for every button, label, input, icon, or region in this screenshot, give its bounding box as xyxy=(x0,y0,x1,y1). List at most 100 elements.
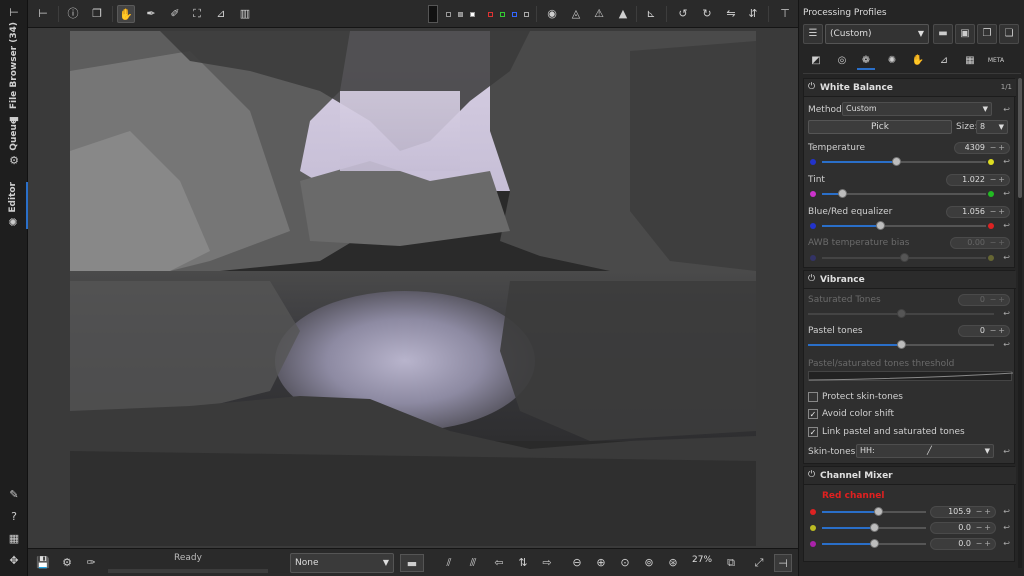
reset-icon[interactable]: ↩ xyxy=(1003,309,1010,318)
tab-color-icon[interactable]: ❁ xyxy=(857,52,875,70)
color-picker-icon[interactable]: ✐ xyxy=(166,5,184,23)
move-icon[interactable]: ✥ xyxy=(7,554,21,568)
image-preview-area[interactable] xyxy=(28,28,798,548)
edit-icon[interactable]: ✎ xyxy=(7,488,21,502)
tab-transform-icon[interactable]: ⊿ xyxy=(935,52,953,70)
flip-vertical-icon[interactable]: ⇵ xyxy=(744,5,762,23)
slider-knob[interactable] xyxy=(870,539,879,548)
zoom-in-icon[interactable]: ⊕ xyxy=(592,554,610,572)
sync-icon[interactable]: ⇅ xyxy=(514,554,532,572)
reset-icon[interactable]: ↩ xyxy=(1003,189,1010,198)
preview-white-icon[interactable] xyxy=(470,12,475,17)
skintones-combo[interactable]: HH: ╱ ▼ xyxy=(856,444,994,458)
tab-meta-icon[interactable]: META xyxy=(987,52,1005,70)
zoom-fit-crop-icon[interactable]: ⊛ xyxy=(664,554,682,572)
history-icon[interactable]: ❐ xyxy=(88,5,106,23)
output-profile-select[interactable]: None ▼ xyxy=(290,553,394,573)
avoid-shift-checkbox[interactable]: ✓ xyxy=(808,409,818,419)
before-after-icon[interactable]: ▬ xyxy=(400,554,424,572)
tab-file-browser[interactable]: File Browser (34) ▬ xyxy=(0,22,28,125)
red-green-slider[interactable] xyxy=(822,523,926,533)
zoom-fit-icon[interactable]: ⊚ xyxy=(640,554,658,572)
fullscreen-icon[interactable]: ⤢ xyxy=(750,554,768,572)
preview-gray-icon[interactable] xyxy=(458,12,463,17)
vibrance-header[interactable]: ⏻ Vibrance xyxy=(804,271,1016,289)
paste-settings-icon[interactable]: ⫻ xyxy=(464,554,482,572)
red-blue-slider[interactable] xyxy=(822,539,926,549)
edit-external-icon[interactable]: ✑ xyxy=(82,554,100,572)
zoom-out-icon[interactable]: ⊖ xyxy=(568,554,586,572)
next-image-icon[interactable]: ⇨ xyxy=(538,554,556,572)
focus-mask-icon[interactable]: ◉ xyxy=(543,5,561,23)
copy-profile-icon[interactable]: ❐ xyxy=(977,24,997,44)
size-combo[interactable]: 8 ▼ xyxy=(976,120,1008,134)
reset-icon[interactable]: ↩ xyxy=(1003,253,1010,262)
perspective-icon[interactable]: ▥ xyxy=(236,5,254,23)
preview-black-icon[interactable] xyxy=(446,12,451,17)
tab-exposure-icon[interactable]: ◩ xyxy=(807,52,825,70)
histogram-icon[interactable]: ⊾ xyxy=(642,5,660,23)
slider-knob[interactable] xyxy=(892,157,901,166)
power-icon[interactable]: ⏻ xyxy=(808,274,815,284)
tab-local-icon[interactable]: ✋ xyxy=(909,52,927,70)
new-detail-window-icon[interactable]: ⧉ xyxy=(722,554,740,572)
bluered-spinner[interactable]: 1.056 −+ xyxy=(946,206,1010,218)
protect-skin-checkbox[interactable] xyxy=(808,392,818,402)
save-icon[interactable]: 💾 xyxy=(34,554,52,572)
shadow-warning-icon[interactable]: ⚠ xyxy=(590,5,608,23)
bluered-slider[interactable] xyxy=(822,221,986,231)
white-balance-header[interactable]: ⏻ White Balance 1/1 xyxy=(804,79,1016,97)
scrollbar-thumb[interactable] xyxy=(1018,78,1022,198)
reset-icon[interactable]: ↩ xyxy=(1003,523,1010,532)
pastel-spinner[interactable]: 0 −+ xyxy=(958,325,1010,337)
preview-luminance-icon[interactable] xyxy=(524,12,529,17)
reset-icon[interactable]: ↩ xyxy=(1003,221,1010,230)
reset-icon[interactable]: ↩ xyxy=(1003,539,1010,548)
tint-slider[interactable] xyxy=(822,189,986,199)
hide-right-panel-icon[interactable]: ⊤ xyxy=(776,5,794,23)
previous-image-icon[interactable]: ⇦ xyxy=(490,554,508,572)
slider-knob[interactable] xyxy=(874,507,883,516)
reset-icon[interactable]: ↩ xyxy=(1003,507,1010,516)
expand-icon[interactable]: 1/1 xyxy=(1001,83,1012,91)
red-green-spinner[interactable]: 0.0 −+ xyxy=(930,522,996,534)
tool-panel-scrollbar[interactable] xyxy=(1018,78,1022,568)
info-icon[interactable]: ⓘ xyxy=(64,5,82,23)
red-red-slider[interactable] xyxy=(822,507,926,517)
power-icon[interactable]: ⏻ xyxy=(808,82,815,92)
tab-detail-icon[interactable]: ◎ xyxy=(833,52,851,70)
method-combo[interactable]: Custom ▼ xyxy=(842,102,992,116)
preview-toggle-icon[interactable] xyxy=(428,5,438,23)
reset-icon[interactable]: ↩ xyxy=(1003,447,1010,456)
reset-icon[interactable]: ↩ xyxy=(1003,157,1010,166)
slider-knob[interactable] xyxy=(876,221,885,230)
queue-add-icon[interactable]: ⚙ xyxy=(58,554,76,572)
rotate-right-icon[interactable]: ↻ xyxy=(698,5,716,23)
qr-icon[interactable]: ▦ xyxy=(7,532,21,546)
wb-picker-icon[interactable]: ✒ xyxy=(142,5,160,23)
power-icon[interactable]: ⏻ xyxy=(808,470,815,480)
profile-list-icon[interactable]: ☰ xyxy=(803,24,823,44)
tab-advanced-icon[interactable]: ✺ xyxy=(883,52,901,70)
highlight-warning-icon[interactable]: ▲ xyxy=(614,5,632,23)
rotate-left-icon[interactable]: ↺ xyxy=(674,5,692,23)
slider-knob[interactable] xyxy=(838,189,847,198)
slider-knob[interactable] xyxy=(897,340,906,349)
link-tones-checkbox[interactable]: ✓ xyxy=(808,427,818,437)
zoom-100-icon[interactable]: ⊙ xyxy=(616,554,634,572)
hand-tool-icon[interactable]: ✋ xyxy=(117,5,135,23)
red-blue-spinner[interactable]: 0.0 −+ xyxy=(930,538,996,550)
tab-editor[interactable]: Editor ✺ xyxy=(0,182,28,229)
help-icon[interactable]: ? xyxy=(7,510,21,524)
copy-settings-icon[interactable]: ⫽ xyxy=(440,554,458,572)
tab-raw-icon[interactable]: ▦ xyxy=(961,52,979,70)
hide-right-panel-bottom-icon[interactable]: ⊣ xyxy=(774,554,792,572)
tint-spinner[interactable]: 1.022 −+ xyxy=(946,174,1010,186)
tab-queue[interactable]: Queue ⚙ xyxy=(0,118,28,167)
paste-profile-icon[interactable]: ❏ xyxy=(999,24,1019,44)
hide-left-panel-icon[interactable]: ⊢ xyxy=(34,5,52,23)
channel-mixer-header[interactable]: ⏻ Channel Mixer xyxy=(804,467,1016,485)
soft-proof-icon[interactable]: ◬ xyxy=(567,5,585,23)
slider-knob[interactable] xyxy=(870,523,879,532)
pastel-slider[interactable] xyxy=(808,340,994,350)
